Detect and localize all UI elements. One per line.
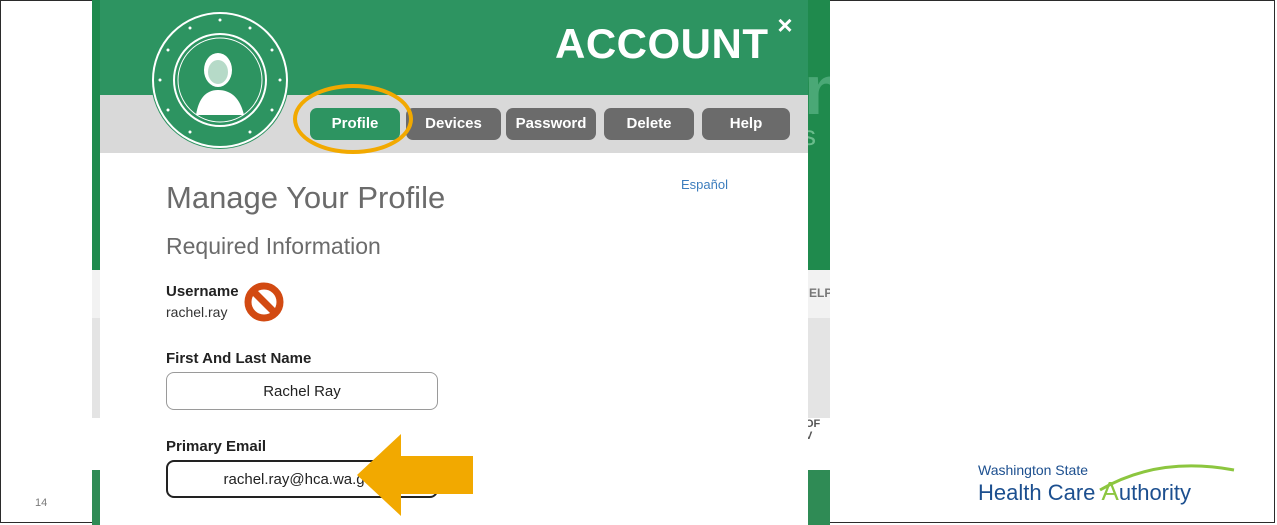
tab-password[interactable]: Password [506,108,596,140]
no-entry-icon [244,282,284,322]
email-label: Primary Email [166,438,267,455]
tab-delete[interactable]: Delete [604,108,694,140]
arrow-left-icon [357,434,473,516]
language-link[interactable]: Español [681,177,728,192]
close-icon[interactable]: × [772,12,798,38]
tab-devices[interactable]: Devices [406,108,501,140]
hca-logo: Washington State Health Care Authority [978,462,1243,512]
section-heading: Required Information [166,233,381,259]
page-title: Manage Your Profile [166,180,446,215]
name-label: First And Last Name [166,350,312,367]
name-field[interactable] [166,372,438,410]
modal-title: ACCOUNT [555,20,769,67]
logo-swoosh-icon [1099,464,1235,492]
background-nav-right: ELP [809,286,830,300]
tab-help[interactable]: Help [702,108,790,140]
background-edge-text: OF V [805,418,821,442]
slide-number: 14 [35,497,48,509]
tab-profile[interactable]: Profile [310,108,400,140]
logo-line2-a: Health Care [978,480,1102,505]
state-seal-icon [151,11,289,149]
username-label: Username [166,283,239,300]
username-value: rachel.ray [166,304,228,320]
